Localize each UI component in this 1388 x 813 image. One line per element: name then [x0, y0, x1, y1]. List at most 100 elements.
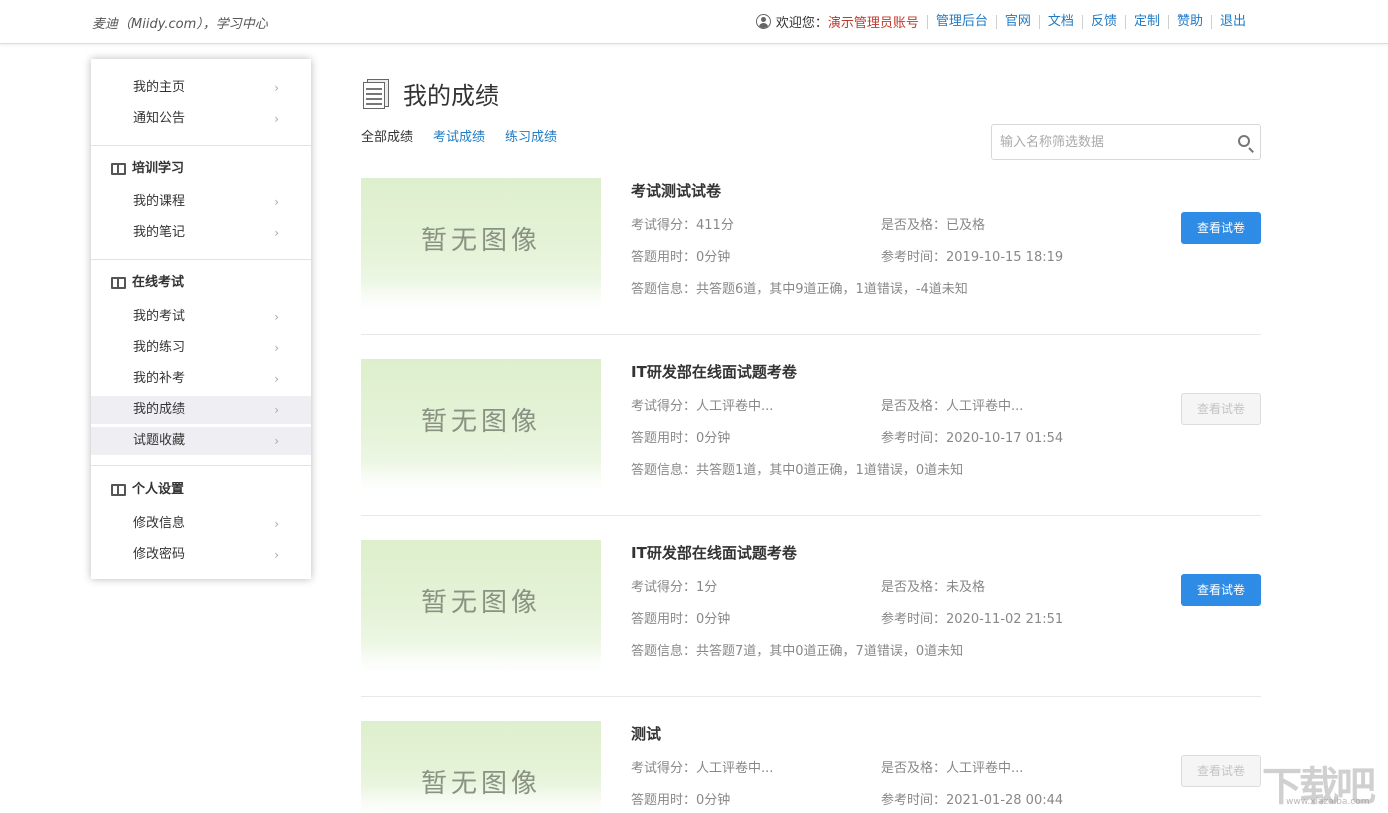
view-paper-button[interactable]: 查看试卷 [1181, 393, 1261, 425]
user-icon [756, 14, 771, 29]
sidebar-item-label: 我的练习 [133, 340, 185, 355]
view-paper-button[interactable]: 查看试卷 [1181, 212, 1261, 244]
search-input[interactable] [992, 125, 1222, 159]
record-score: 考试得分：411分 [631, 214, 734, 233]
nav-link-logout[interactable]: 退出 [1211, 15, 1254, 29]
thumbnail-placeholder: 暂无图像 [361, 359, 601, 489]
nav-link-custom[interactable]: 定制 [1125, 15, 1168, 29]
score-record: 暂无图像 考试测试试卷 考试得分：411分 是否及格：已及格 答题用时：0分钟 … [361, 178, 1261, 359]
watermark-logo: 下载吧 www.xiazaiba.com [1258, 752, 1388, 813]
tab-all-scores[interactable]: 全部成绩 [361, 126, 413, 145]
chevron-right-icon: › [274, 188, 279, 216]
sidebar-item-label: 通知公告 [133, 111, 185, 126]
book-icon [111, 277, 126, 289]
section-title: 在线考试 [132, 272, 184, 294]
nav-link-admin[interactable]: 管理后台 [927, 15, 996, 29]
score-tabs: 全部成绩 考试成绩 练习成绩 [361, 126, 577, 145]
view-paper-button[interactable]: 查看试卷 [1181, 574, 1261, 606]
search-box [991, 124, 1261, 160]
record-title: IT研发部在线面试题考卷 [631, 542, 797, 563]
score-record: 暂无图像 IT研发部在线面试题考卷 考试得分：人工评卷中... 是否及格：人工评… [361, 359, 1261, 540]
sidebar: 我的主页 › 通知公告 › 培训学习 我的课程 › 我的笔记 › 在线考试 我的… [91, 59, 311, 579]
chevron-right-icon: › [274, 74, 279, 102]
chevron-right-icon: › [274, 303, 279, 331]
sidebar-section-training: 培训学习 [111, 158, 184, 180]
record-time: 参考时间：2020-10-17 01:54 [881, 427, 1063, 446]
sidebar-item-makeup-exams[interactable]: 我的补考 › [91, 365, 311, 393]
sidebar-item-label: 我的课程 [133, 194, 185, 209]
top-bar: 麦迪（Miidy.com），学习中心 欢迎您： 演示管理员账号 管理后台 官网 … [0, 0, 1388, 44]
username-link[interactable]: 演示管理员账号 [828, 12, 919, 31]
thumbnail-text: 暂无图像 [361, 401, 601, 438]
sidebar-item-label: 我的考试 [133, 309, 185, 324]
view-paper-button[interactable]: 查看试卷 [1181, 755, 1261, 787]
section-title: 培训学习 [132, 158, 184, 180]
record-duration: 答题用时：0分钟 [631, 789, 730, 808]
sidebar-item-change-password[interactable]: 修改密码 › [91, 541, 311, 569]
sidebar-item-favorites[interactable]: 试题收藏 › [91, 427, 311, 455]
page-header: 我的成绩 [361, 76, 499, 111]
chevron-right-icon: › [274, 334, 279, 362]
record-time: 参考时间：2019-10-15 18:19 [881, 246, 1063, 265]
record-title: 测试 [631, 723, 661, 744]
sidebar-item-label: 修改信息 [133, 516, 185, 531]
thumbnail-text: 暂无图像 [361, 582, 601, 619]
chevron-right-icon: › [274, 365, 279, 393]
book-icon [111, 163, 126, 175]
thumbnail-placeholder: 暂无图像 [361, 540, 601, 670]
sidebar-item-home[interactable]: 我的主页 › [91, 74, 311, 102]
record-info: 答题信息：共答题1道，其中0道正确，1道错误，0道未知 [631, 459, 963, 478]
chevron-right-icon: › [274, 396, 279, 424]
nav-link-docs[interactable]: 文档 [1039, 15, 1082, 29]
record-score: 考试得分：人工评卷中... [631, 757, 773, 776]
thumbnail-placeholder: 暂无图像 [361, 178, 601, 308]
section-title: 个人设置 [132, 479, 184, 501]
record-pass-status: 是否及格：人工评卷中... [881, 757, 1023, 776]
sidebar-item-notices[interactable]: 通知公告 › [91, 105, 311, 133]
record-time: 参考时间：2020-11-02 21:51 [881, 608, 1063, 627]
welcome-text: 欢迎您： [776, 12, 828, 31]
chevron-right-icon: › [274, 219, 279, 247]
sidebar-item-label: 我的成绩 [133, 402, 185, 417]
sidebar-item-my-practice[interactable]: 我的练习 › [91, 334, 311, 362]
book-icon [111, 484, 126, 496]
record-duration: 答题用时：0分钟 [631, 427, 730, 446]
sidebar-item-edit-profile[interactable]: 修改信息 › [91, 510, 311, 538]
nav-link-feedback[interactable]: 反馈 [1082, 15, 1125, 29]
record-time: 参考时间：2021-01-28 00:44 [881, 789, 1063, 808]
nav-link-sponsor[interactable]: 赞助 [1168, 15, 1211, 29]
sidebar-divider [91, 145, 311, 146]
search-icon[interactable] [1238, 135, 1250, 147]
sidebar-item-label: 试题收藏 [133, 433, 185, 448]
page-title: 我的成绩 [403, 76, 499, 111]
sidebar-item-my-scores[interactable]: 我的成绩 › [91, 396, 311, 424]
watermark-url: www.xiazaiba.com [1286, 797, 1370, 807]
record-divider [361, 515, 1261, 516]
thumbnail-text: 暂无图像 [361, 220, 601, 257]
tab-exam-scores[interactable]: 考试成绩 [433, 126, 485, 145]
record-score: 考试得分：1分 [631, 576, 717, 595]
sidebar-item-label: 我的笔记 [133, 225, 185, 240]
sidebar-item-my-exams[interactable]: 我的考试 › [91, 303, 311, 331]
score-record: 暂无图像 测试 考试得分：人工评卷中... 是否及格：人工评卷中... 答题用时… [361, 721, 1261, 813]
record-pass-status: 是否及格：人工评卷中... [881, 395, 1023, 414]
record-title: 考试测试试卷 [631, 180, 721, 201]
record-duration: 答题用时：0分钟 [631, 246, 730, 265]
record-title: IT研发部在线面试题考卷 [631, 361, 797, 382]
thumbnail-text: 暂无图像 [361, 763, 601, 800]
sidebar-divider [91, 259, 311, 260]
chevron-right-icon: › [274, 510, 279, 538]
sidebar-section-online-exam: 在线考试 [111, 272, 184, 294]
brand-title: 麦迪（Miidy.com），学习中心 [92, 13, 268, 32]
top-nav: 欢迎您： 演示管理员账号 管理后台 官网 文档 反馈 定制 赞助 退出 [756, 12, 1254, 31]
tab-practice-scores[interactable]: 练习成绩 [505, 126, 557, 145]
record-duration: 答题用时：0分钟 [631, 608, 730, 627]
record-pass-status: 是否及格：已及格 [881, 214, 985, 233]
sidebar-item-label: 我的补考 [133, 371, 185, 386]
record-divider [361, 696, 1261, 697]
record-score: 考试得分：人工评卷中... [631, 395, 773, 414]
nav-link-official-site[interactable]: 官网 [996, 15, 1039, 29]
record-pass-status: 是否及格：未及格 [881, 576, 985, 595]
sidebar-item-courses[interactable]: 我的课程 › [91, 188, 311, 216]
sidebar-item-notes[interactable]: 我的笔记 › [91, 219, 311, 247]
